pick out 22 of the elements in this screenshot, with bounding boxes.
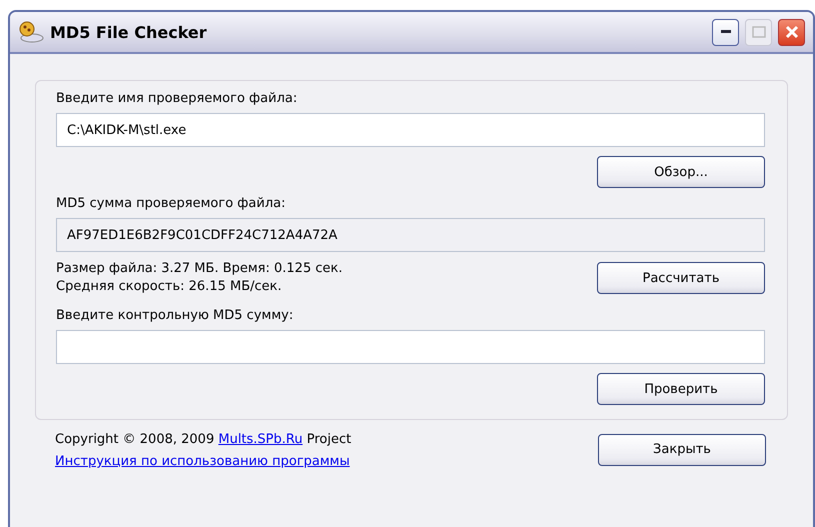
minimize-icon xyxy=(720,30,730,34)
calculate-button[interactable]: Рассчитать xyxy=(597,262,765,294)
window-title: MD5 File Checker xyxy=(50,22,208,42)
file-label: Введите имя проверяемого файла: xyxy=(56,90,298,108)
website-link[interactable]: Mults.SPb.Ru xyxy=(218,432,303,447)
app-icon xyxy=(18,21,44,43)
close-icon xyxy=(784,25,798,39)
browse-button[interactable]: Обзор... xyxy=(597,156,765,188)
checksum-label: Введите контрольную MD5 сумму: xyxy=(56,307,294,325)
manual-link[interactable]: Инструкция по использованию программы xyxy=(55,454,352,469)
copyright-text: Copyright © 2008, 2009 Mults.SPb.Ru Project xyxy=(55,431,352,449)
file-path-field[interactable]: C:\AKIDK-M\stl.exe xyxy=(56,113,765,147)
stats-text: Средняя скорость: 26.15 МБ/сек. xyxy=(56,278,283,296)
maximize-icon xyxy=(752,26,766,38)
verify-button[interactable]: Проверить xyxy=(597,373,765,405)
checksum-field[interactable] xyxy=(56,330,765,364)
minimize-button[interactable] xyxy=(712,18,739,46)
stats-text: Размер файла: 3.27 МБ. Время: 0.125 сек. xyxy=(56,260,342,278)
md5-field[interactable]: AF97ED1E6B2F9C01CDFF24C712A4A72A xyxy=(56,218,765,252)
close-dialog-button[interactable]: Закрыть xyxy=(598,434,766,466)
md5-label: MD5 сумма проверяемого файла: xyxy=(56,195,286,213)
close-button[interactable] xyxy=(778,18,805,46)
